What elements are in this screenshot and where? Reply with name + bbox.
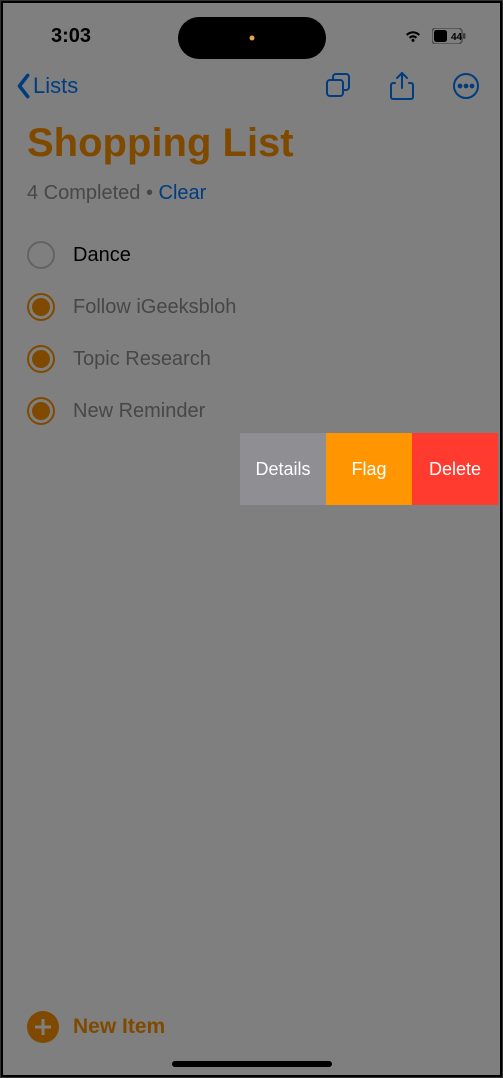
swipe-actions: Details Flag Delete bbox=[240, 433, 498, 505]
duplicate-icon[interactable] bbox=[324, 71, 352, 101]
plus-circle-icon bbox=[27, 1011, 59, 1043]
item-label: Dance bbox=[73, 244, 131, 267]
item-label: Follow iGeeksbloh bbox=[73, 296, 236, 319]
share-icon[interactable] bbox=[388, 71, 416, 101]
item-label: Topic Research bbox=[73, 348, 211, 371]
clear-button[interactable]: Clear bbox=[159, 182, 207, 204]
item-label: New Reminder bbox=[73, 400, 205, 423]
more-icon[interactable] bbox=[452, 71, 480, 101]
back-button[interactable]: Lists bbox=[15, 73, 78, 99]
list-item[interactable]: Dance bbox=[27, 229, 476, 281]
new-item-button[interactable]: New Item bbox=[27, 1011, 165, 1043]
swipe-details-button[interactable]: Details bbox=[240, 433, 326, 505]
list-item[interactable]: Follow iGeeksbloh bbox=[27, 281, 476, 333]
completed-summary: 4 Completed • Clear bbox=[27, 182, 476, 205]
new-item-label: New Item bbox=[73, 1015, 165, 1039]
checkbox-checked-icon[interactable] bbox=[27, 345, 55, 373]
home-indicator[interactable] bbox=[172, 1061, 332, 1067]
list-item[interactable]: New Reminder bbox=[27, 385, 476, 437]
swipe-flag-button[interactable]: Flag bbox=[326, 433, 412, 505]
checkbox-checked-icon[interactable] bbox=[27, 397, 55, 425]
page-title: Shopping List bbox=[27, 121, 476, 166]
back-label: Lists bbox=[33, 73, 78, 99]
checkbox-empty-icon[interactable] bbox=[27, 241, 55, 269]
status-time: 3:03 bbox=[51, 25, 91, 48]
nav-bar: Lists bbox=[3, 57, 500, 109]
checkbox-checked-icon[interactable] bbox=[27, 293, 55, 321]
completed-count: 4 Completed bbox=[27, 182, 140, 204]
chevron-left-icon bbox=[15, 73, 31, 99]
wifi-icon bbox=[402, 25, 424, 47]
battery-icon: 44 bbox=[432, 28, 466, 44]
swipe-delete-button[interactable]: Delete bbox=[412, 433, 498, 505]
list-item[interactable]: Topic Research bbox=[27, 333, 476, 385]
dynamic-island bbox=[178, 17, 326, 59]
svg-text:44: 44 bbox=[451, 32, 463, 43]
